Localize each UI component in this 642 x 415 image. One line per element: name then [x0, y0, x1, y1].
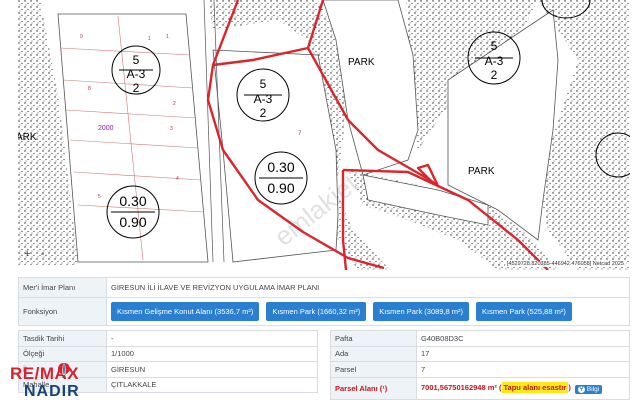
z2-mid: A-3 [254, 92, 273, 106]
r1-top: 0.30 [119, 193, 146, 209]
pafta-label: Pafta [330, 330, 417, 347]
tapu-note: Tapu alanı esastır [501, 381, 569, 393]
note-close: ) [568, 382, 571, 392]
svg-text:9: 9 [80, 34, 83, 40]
parsel-label: Parsel [330, 361, 417, 378]
z3-mid: A-3 [485, 54, 504, 68]
parsel-value: 7 [416, 361, 630, 378]
fonksiyon-label: Fonksiyon [18, 297, 107, 326]
table-row: Pafta G40B08D3C [330, 330, 630, 347]
map-canvas: 9 1 8 2 3 4 5 1 5 A-3 2 5 A-3 2 5 A-3 2 0.30… [18, 0, 630, 270]
zoom-controls: + - [24, 248, 44, 260]
fonksiyon-button-park-2[interactable]: Kısmen Park (3089,8 m²) [373, 302, 470, 321]
zoom-out-button[interactable]: - [40, 248, 44, 260]
svg-text:1: 1 [148, 36, 151, 42]
ark-label: ARK [18, 132, 37, 143]
balloon-icon [58, 363, 70, 378]
z3-top: 5 [491, 39, 498, 53]
pafta-value: G40B08D3C [416, 330, 630, 347]
olcek-label: Ölçeği [18, 345, 107, 362]
z2-top: 5 [260, 77, 267, 91]
mahalle-value: ÇITLAKKALE [106, 376, 318, 393]
plan-info-table: Mer'i İmar Planı GİRESUN İLİ İLAVE VE RE… [18, 277, 630, 326]
r1-bot: 0.90 [119, 214, 146, 230]
r2-bot: 0.90 [267, 180, 294, 196]
parcel-area-label: Parsel Alanı (¹) [335, 383, 388, 393]
tasdik-value: - [106, 330, 318, 347]
plan-label: Mer'i İmar Planı [18, 277, 107, 298]
svg-text:4: 4 [176, 176, 179, 182]
fonksiyon-buttons: Kısmen Gelişme Konut Alanı (3536,7 m²) K… [111, 302, 625, 321]
ada-value: 17 [416, 345, 630, 362]
fonksiyon-button-park-3[interactable]: Kısmen Park (525,88 m²) [476, 302, 572, 321]
info-button-label: Bilgi [586, 385, 600, 393]
z3-bot: 2 [491, 68, 498, 82]
zoning-map[interactable]: 9 1 8 2 3 4 5 1 5 A-3 2 5 A-3 2 5 A-3 2 0.30… [18, 0, 630, 270]
svg-text:3: 3 [170, 126, 173, 132]
svg-text:1: 1 [166, 34, 169, 40]
search-icon: ⚲ [577, 385, 585, 393]
fonksiyon-button-konut[interactable]: Kısmen Gelişme Konut Alanı (3536,7 m²) [111, 302, 260, 321]
z1-mid: A-3 [127, 67, 146, 81]
map-code-label: 2000 [98, 125, 114, 132]
map-coordinates: [4529728.820385-446942.476058] Netcad 20… [504, 261, 626, 267]
plan-row: Mer'i İmar Planı GİRESUN İLİ İLAVE VE RE… [18, 277, 630, 298]
r2-top: 0.30 [267, 159, 294, 175]
parcel-table: Pafta G40B08D3C Ada 17 Parsel 7 Parsel A… [330, 330, 630, 400]
park-label-1: PARK [348, 57, 375, 68]
svg-text:5: 5 [98, 194, 101, 200]
z1-top: 5 [133, 53, 140, 67]
table-row: Ölçeği 1/1000 [18, 345, 318, 362]
fonksiyon-button-park-1[interactable]: Kısmen Park (1660,32 m²) [266, 302, 367, 321]
parcel-area-value: 7001,56750162948 m² [421, 382, 497, 392]
logo-nadir-text: NADIR [24, 383, 80, 400]
tasdik-label: Tasdik Tarihi [18, 330, 107, 347]
il-value: GİRESUN [106, 361, 318, 378]
area-row: Parsel Alanı (¹) 7001,56750162948 m² (Ta… [330, 376, 630, 400]
table-row: Parsel 7 [330, 361, 630, 378]
svg-text:8: 8 [88, 86, 91, 92]
svg-text:2: 2 [173, 101, 176, 107]
park-label-2: PARK [468, 166, 495, 177]
table-row: Ada 17 [330, 345, 630, 362]
table-row: Tasdik Tarihi - [18, 330, 318, 347]
remax-logo: RE/MAX NADIR [4, 362, 104, 412]
plan-value: GİRESUN İLİ İLAVE VE REVİZYON UYGULAMA İ… [106, 277, 630, 298]
olcek-value: 1/1000 [106, 345, 318, 362]
ada-label: Ada [330, 345, 417, 362]
zoom-in-button[interactable]: + [24, 248, 30, 260]
info-button[interactable]: ⚲ Bilgi [574, 384, 603, 394]
z2-bot: 2 [260, 106, 267, 120]
z1-bot: 2 [133, 81, 140, 95]
fonksiyon-row: Fonksiyon Kısmen Gelişme Konut Alanı (35… [18, 297, 630, 326]
